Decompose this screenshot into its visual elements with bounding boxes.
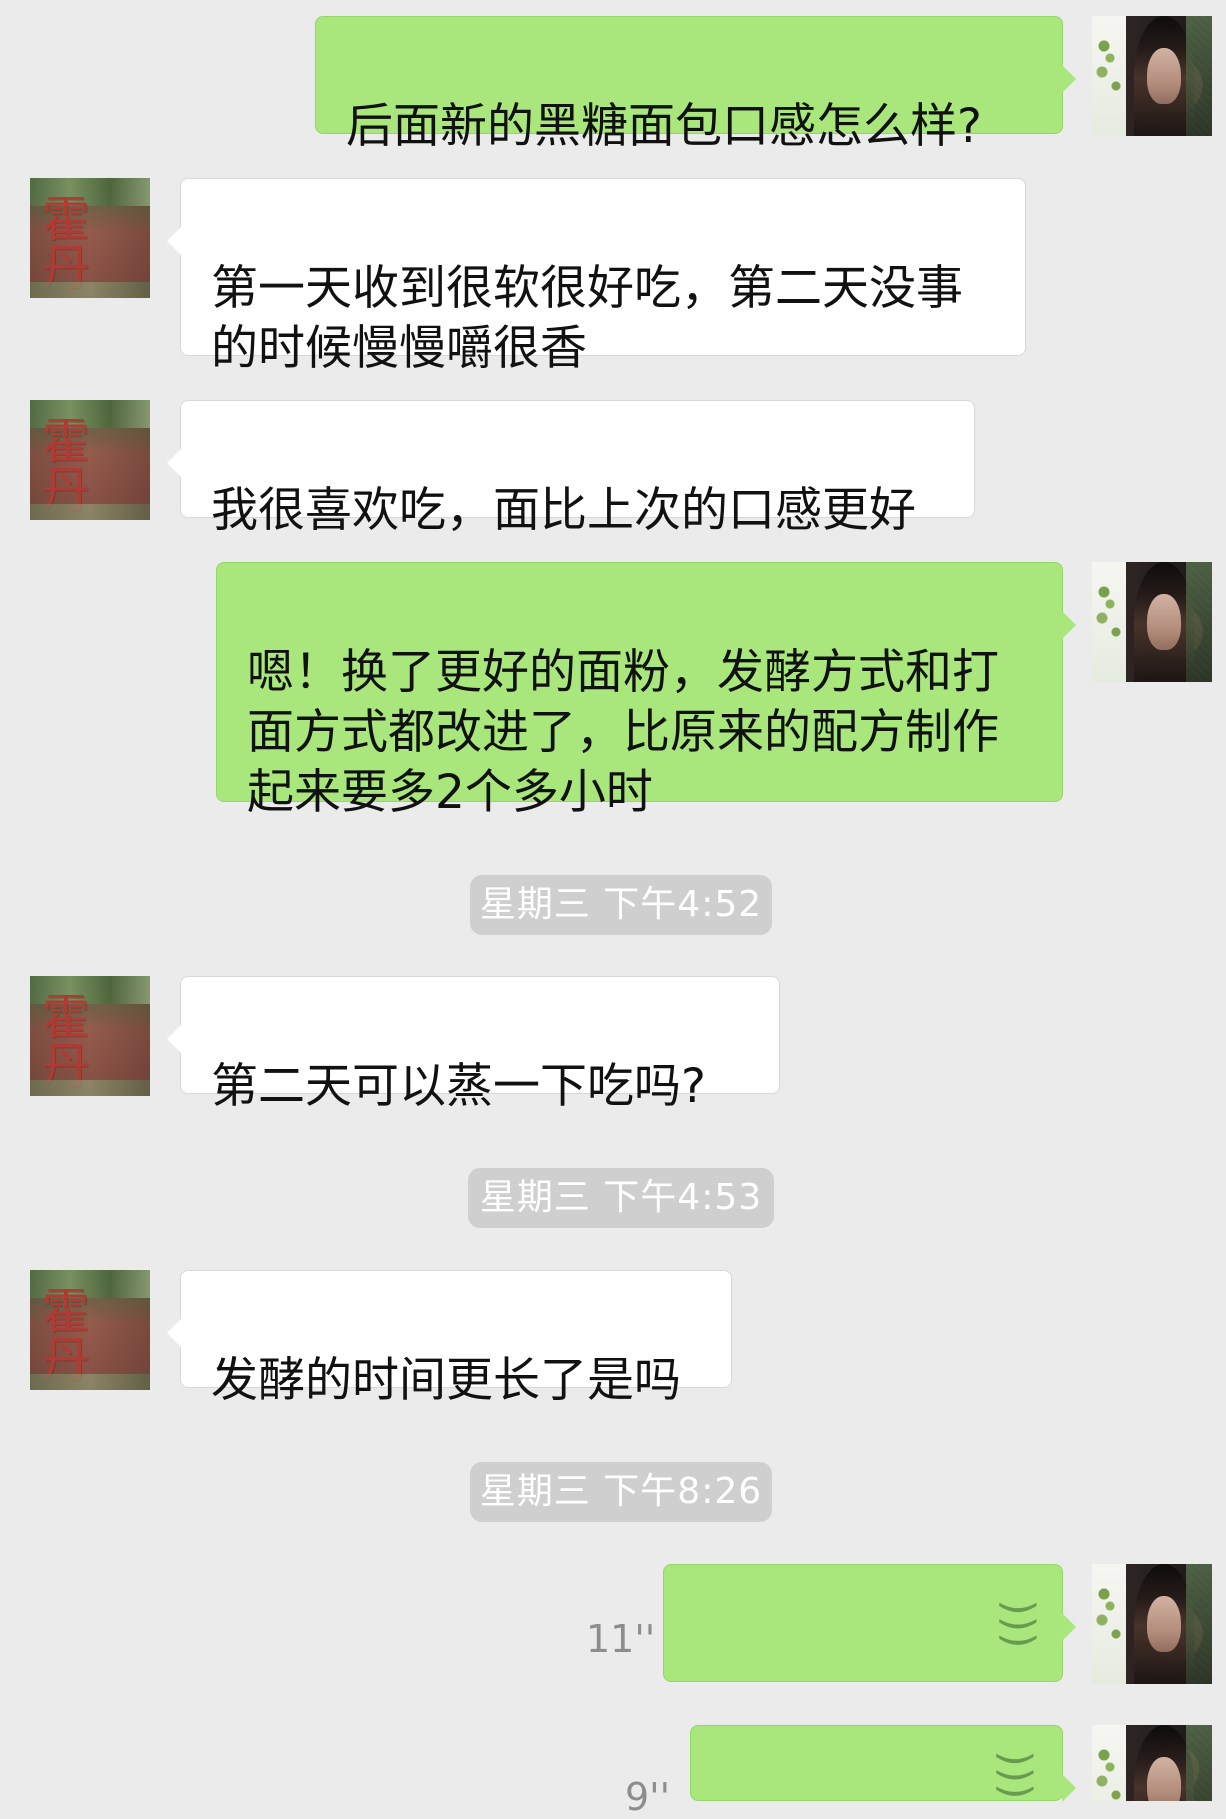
contact-avatar-logo: 霍丹 xyxy=(42,990,93,1094)
contact-avatar-logo: 霍丹 xyxy=(42,414,93,518)
contact-avatar[interactable]: 霍丹 xyxy=(30,976,150,1096)
voice-duration: 9'' xyxy=(625,1775,671,1819)
incoming-message-bubble[interactable]: 第二天可以蒸一下吃吗? xyxy=(167,976,780,1114)
timestamp-pill: 星期三 下午8:26 xyxy=(470,1462,772,1522)
voice-message-bubble[interactable]: ))) xyxy=(690,1725,1076,1802)
avatar-background-plant xyxy=(1092,1564,1126,1684)
user-avatar[interactable] xyxy=(1092,562,1212,682)
avatar-background-foliage xyxy=(1186,562,1212,682)
user-avatar[interactable] xyxy=(1092,16,1212,136)
chat-thread: 后面新的黑糖面包口感怎么样? 霍丹 第一天收到很软很好吃，第二天没事 的时候慢慢… xyxy=(0,0,1226,1816)
incoming-message-text: 第二天可以蒸一下吃吗? xyxy=(211,1059,706,1114)
incoming-message-bubble[interactable]: 第一天收到很软很好吃，第二天没事 的时候慢慢嚼很香 xyxy=(167,178,1026,376)
incoming-message-bubble[interactable]: 发酵的时间更长了是吗 xyxy=(167,1270,732,1408)
incoming-message-bubble[interactable]: 我很喜欢吃，面比上次的口感更好 xyxy=(167,400,975,538)
avatar-background-plant xyxy=(1092,16,1126,136)
user-avatar[interactable] xyxy=(1092,1725,1212,1801)
avatar-background-foliage xyxy=(1186,1725,1212,1801)
incoming-message-text: 第一天收到很软很好吃，第二天没事 的时候慢慢嚼很香 xyxy=(211,261,963,376)
voice-message-bubble[interactable]: ))) xyxy=(663,1564,1076,1682)
outgoing-message-text: 嗯！换了更好的面粉，发酵方式和打 面方式都改进了，比原来的配方制作 起来要多2个… xyxy=(247,645,999,820)
contact-avatar[interactable]: 霍丹 xyxy=(30,178,150,298)
voice-duration: 11'' xyxy=(586,1617,656,1661)
avatar-background-foliage xyxy=(1186,16,1212,136)
incoming-message-text: 发酵的时间更长了是吗 xyxy=(211,1353,681,1408)
contact-avatar[interactable]: 霍丹 xyxy=(30,400,150,520)
outgoing-message-bubble[interactable]: 后面新的黑糖面包口感怎么样? xyxy=(315,16,1076,154)
user-avatar[interactable] xyxy=(1092,1564,1212,1684)
voice-wave-icon: ))) xyxy=(991,1750,1041,1800)
avatar-background-foliage xyxy=(1186,1564,1212,1684)
voice-wave-icon: ))) xyxy=(994,1599,1044,1649)
timestamp-pill: 星期三 下午4:52 xyxy=(470,875,772,935)
contact-avatar-logo: 霍丹 xyxy=(42,1284,93,1388)
timestamp-pill: 星期三 下午4:53 xyxy=(468,1168,774,1228)
contact-avatar-logo: 霍丹 xyxy=(42,192,93,296)
avatar-background-plant xyxy=(1092,562,1126,682)
outgoing-message-bubble[interactable]: 嗯！换了更好的面粉，发酵方式和打 面方式都改进了，比原来的配方制作 起来要多2个… xyxy=(216,562,1076,820)
incoming-message-text: 我很喜欢吃，面比上次的口感更好 xyxy=(211,483,916,538)
contact-avatar[interactable]: 霍丹 xyxy=(30,1270,150,1390)
avatar-background-plant xyxy=(1092,1725,1126,1801)
outgoing-message-text: 后面新的黑糖面包口感怎么样? xyxy=(346,99,982,154)
